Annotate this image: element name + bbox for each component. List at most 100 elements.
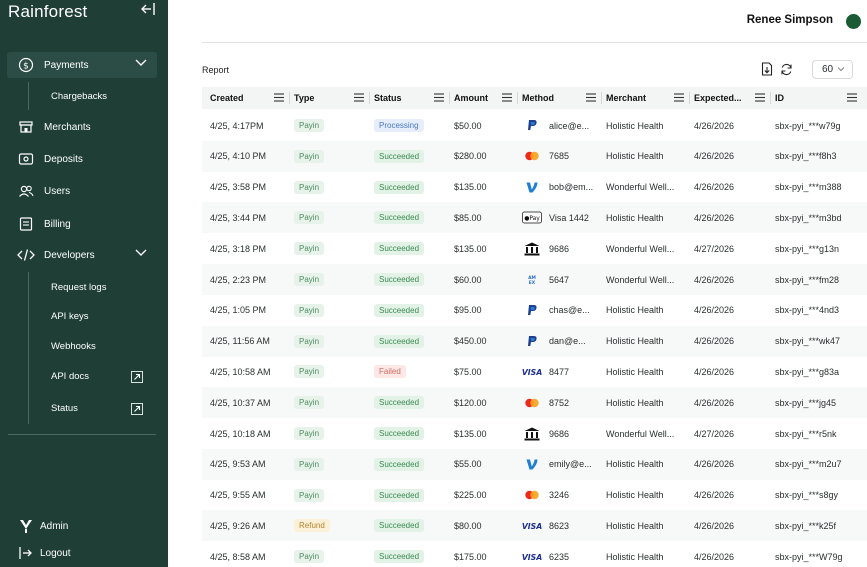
chevron-down-icon[interactable] bbox=[135, 59, 147, 70]
nav-users[interactable]: Users bbox=[7, 178, 157, 204]
column-menu-icon[interactable] bbox=[502, 93, 512, 104]
download-icon[interactable] bbox=[760, 62, 774, 76]
nav-developers[interactable]: Developers bbox=[7, 242, 157, 268]
col-id-cell: sbx-pyi_***f8h3 bbox=[775, 141, 863, 172]
external-link-icon[interactable] bbox=[131, 403, 143, 415]
col-expected-cell: 4/26/2026 bbox=[694, 326, 771, 357]
col-status-header[interactable]: Status bbox=[374, 87, 450, 109]
col-id-value: sbx-pyi_***fm28 bbox=[775, 274, 840, 285]
col-merchant-cell: Holistic Health bbox=[606, 110, 690, 141]
col-id-cell: sbx-pyi_***g13n bbox=[775, 233, 863, 264]
col-type-header[interactable]: Type bbox=[294, 87, 370, 109]
col-method-header[interactable]: Method bbox=[522, 87, 602, 109]
subnav-api-keys[interactable]: API keys bbox=[51, 311, 89, 322]
col-amount-value: $85.00 bbox=[454, 212, 482, 223]
col-created-cell: 4/25, 3:44 PM bbox=[210, 202, 290, 233]
nav-logout[interactable]: Logout bbox=[18, 545, 71, 561]
nav-payments[interactable]: $ Payments bbox=[7, 52, 157, 78]
col-type-cell: Payin bbox=[294, 418, 370, 449]
table-row[interactable]: 4/25, 9:26 AM Refund Succeeded $80.00 VISA 86… bbox=[202, 510, 867, 542]
col-method-cell: AM EX 5647 bbox=[522, 264, 602, 295]
table-row[interactable]: 4/25, 2:23 PM Payin Succeeded $60.00 AM EX 564… bbox=[202, 264, 867, 295]
refresh-icon[interactable] bbox=[779, 62, 793, 76]
col-status-cell: Succeeded bbox=[374, 449, 450, 480]
nav-deposits[interactable]: Deposits bbox=[7, 146, 157, 172]
page-size-select[interactable]: 60 bbox=[812, 60, 853, 79]
col-merchant-cell: Wonderful Well... bbox=[606, 418, 690, 449]
column-separator[interactable] bbox=[369, 92, 370, 104]
col-status-cell: Succeeded bbox=[374, 541, 450, 567]
column-menu-icon[interactable] bbox=[274, 93, 284, 104]
column-menu-icon[interactable] bbox=[586, 93, 596, 104]
collapse-sidebar-icon[interactable] bbox=[140, 2, 158, 18]
table-row[interactable]: 4/25, 4:10 PM Payin Succeeded $280.00 7685 Ho… bbox=[202, 140, 867, 172]
subnav-status[interactable]: Status bbox=[51, 403, 78, 414]
column-menu-icon[interactable] bbox=[434, 93, 444, 104]
table-row[interactable]: 4/25, 3:44 PM Payin Succeeded $85.00 ●Pay Vis… bbox=[202, 202, 867, 234]
status-badge: Succeeded bbox=[374, 550, 425, 564]
method-text: 8623 bbox=[549, 520, 570, 531]
column-menu-icon[interactable] bbox=[354, 93, 364, 104]
col-expected-cell: 4/26/2026 bbox=[694, 449, 771, 480]
subnav-chargebacks[interactable]: Chargebacks bbox=[51, 91, 107, 102]
table-row[interactable]: 4/25, 10:58 AM Payin Failed $75.00 VISA 8477 H… bbox=[202, 356, 867, 387]
column-label: Merchant bbox=[606, 93, 647, 103]
col-expected-cell: 4/27/2026 bbox=[694, 233, 771, 264]
avatar[interactable] bbox=[846, 14, 861, 29]
chevron-down-icon[interactable] bbox=[135, 249, 147, 260]
table-row[interactable]: 4/25, 10:18 AM Payin Succeeded $135.00 9686 W… bbox=[202, 418, 867, 449]
col-amount-cell: $175.00 bbox=[454, 541, 518, 567]
subnav-api-docs[interactable]: API docs bbox=[51, 371, 89, 382]
table-row[interactable]: 4/25, 9:53 AM Payin Succeeded $55.00 emily@e… bbox=[202, 448, 867, 480]
status-badge: Succeeded bbox=[374, 273, 425, 286]
column-menu-icon[interactable] bbox=[847, 93, 857, 104]
column-separator[interactable] bbox=[689, 92, 690, 104]
table-row[interactable]: 4/25, 1:05 PM Payin Succeeded $95.00 chas@e.… bbox=[202, 295, 867, 326]
table-row[interactable]: 4/25, 9:55 AM Payin Succeeded $225.00 3246 Ho… bbox=[202, 480, 867, 511]
user-name[interactable]: Renee Simpson bbox=[747, 14, 833, 26]
sidebar-divider bbox=[8, 434, 156, 435]
column-separator[interactable] bbox=[601, 92, 602, 104]
subnav-webhooks[interactable]: Webhooks bbox=[51, 341, 96, 352]
col-method-cell: VISA 6235 bbox=[522, 541, 602, 567]
table-row[interactable]: 4/25, 10:37 AM Payin Succeeded $120.00 8752 H… bbox=[202, 387, 867, 419]
paypal-icon bbox=[522, 119, 542, 133]
column-separator[interactable] bbox=[517, 92, 518, 104]
col-merchant-value: Holistic Health bbox=[606, 305, 664, 316]
type-badge: Payin bbox=[294, 273, 325, 286]
column-menu-icon[interactable] bbox=[755, 93, 765, 104]
nav-admin[interactable]: Admin bbox=[18, 518, 68, 534]
nav-billing[interactable]: Billing bbox=[7, 211, 157, 237]
col-expected-header[interactable]: Expected... bbox=[694, 87, 771, 109]
col-merchant-header[interactable]: Merchant bbox=[606, 87, 690, 109]
col-id-cell: sbx-pyi_***m2u7 bbox=[775, 449, 863, 480]
table-row[interactable]: 4/25, 11:56 AM Payin Succeeded $450.00 dan@e… bbox=[202, 325, 867, 357]
type-badge: Payin bbox=[294, 119, 325, 132]
method-text: 9686 bbox=[549, 428, 570, 439]
svg-text:VISA: VISA bbox=[522, 553, 542, 562]
col-status-cell: Succeeded bbox=[374, 202, 450, 233]
col-created-header[interactable]: Created bbox=[210, 87, 290, 109]
subnav-request-logs[interactable]: Request logs bbox=[51, 282, 106, 293]
nav-merchants[interactable]: Merchants bbox=[7, 114, 157, 140]
col-created-cell: 4/25, 9:55 AM bbox=[210, 480, 290, 511]
col-merchant-cell: Holistic Health bbox=[606, 326, 690, 357]
table-row[interactable]: 4/25, 4:17PM Payin Processing $50.00 alice@e… bbox=[202, 110, 867, 141]
col-id-header[interactable]: ID bbox=[775, 87, 863, 109]
column-separator[interactable] bbox=[289, 92, 290, 104]
method-text: 8477 bbox=[549, 366, 570, 377]
column-separator[interactable] bbox=[449, 92, 450, 104]
brand-logo[interactable]: Rainforest bbox=[8, 2, 87, 22]
col-expected-value: 4/26/2026 bbox=[694, 490, 735, 501]
col-amount-header[interactable]: Amount bbox=[454, 87, 518, 109]
col-type-cell: Payin bbox=[294, 295, 370, 326]
table-row[interactable]: 4/25, 8:58 AM Payin Succeeded $175.00 VISA 62… bbox=[202, 541, 867, 567]
col-amount-cell: $120.00 bbox=[454, 387, 518, 418]
table-row[interactable]: 4/25, 3:18 PM Payin Succeeded $135.00 9686 Wo… bbox=[202, 233, 867, 264]
column-separator[interactable] bbox=[770, 92, 771, 104]
table-row[interactable]: 4/25, 3:58 PM Payin Succeeded $135.00 bob@em… bbox=[202, 172, 867, 203]
external-link-icon[interactable] bbox=[131, 371, 143, 383]
type-badge: Payin bbox=[294, 427, 325, 440]
status-badge: Succeeded bbox=[374, 180, 425, 194]
column-menu-icon[interactable] bbox=[674, 93, 684, 104]
